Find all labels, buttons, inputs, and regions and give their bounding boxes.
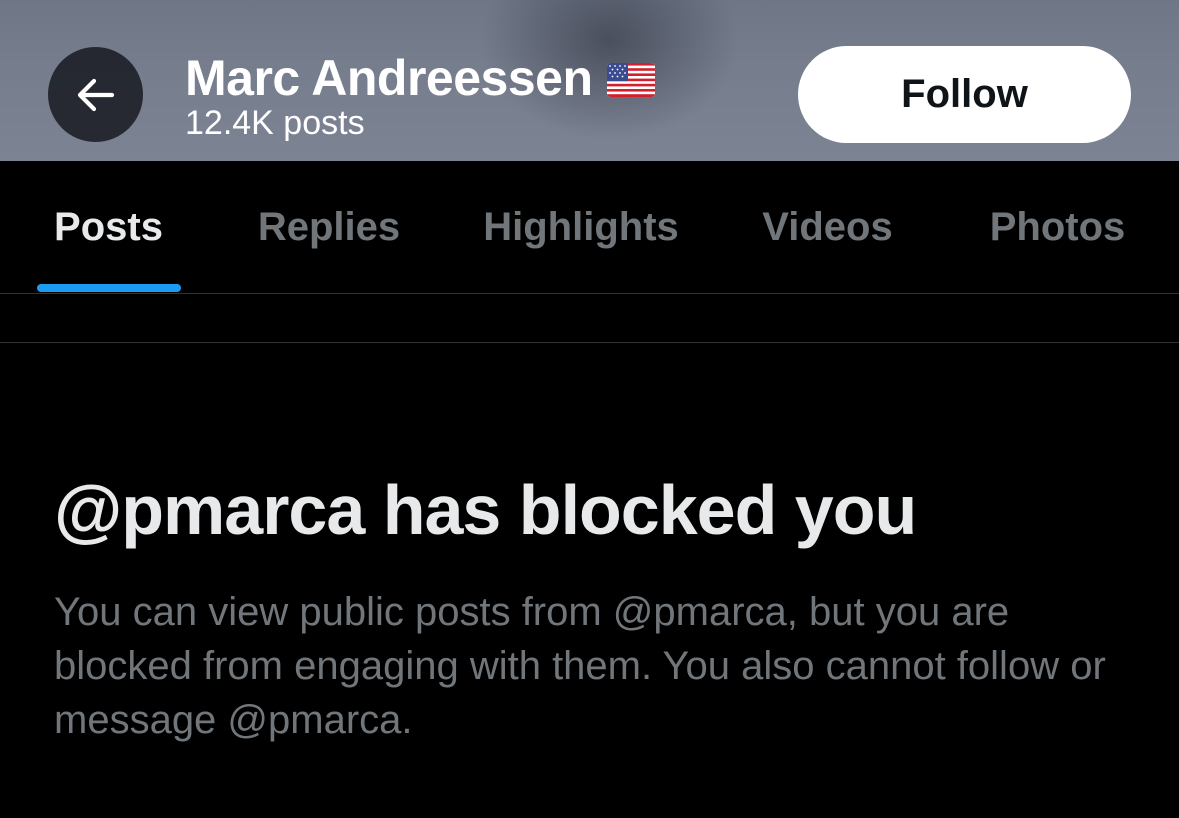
post-count: 12.4K posts bbox=[185, 104, 365, 142]
arrow-left-icon bbox=[77, 78, 114, 111]
follow-button[interactable]: Follow bbox=[798, 46, 1131, 143]
profile-name: Marc Andreessen bbox=[185, 50, 593, 106]
profile-tabs: Posts Replies Highlights Videos Photos bbox=[0, 161, 1179, 293]
content-divider bbox=[0, 342, 1179, 343]
active-tab-indicator bbox=[37, 284, 181, 292]
tab-videos[interactable]: Videos bbox=[745, 161, 910, 293]
profile-name-row: Marc Andreessen bbox=[185, 50, 655, 106]
tab-photos[interactable]: Photos bbox=[970, 161, 1145, 293]
tab-posts[interactable]: Posts bbox=[37, 161, 180, 293]
tabs-divider bbox=[0, 293, 1179, 294]
back-button[interactable] bbox=[48, 47, 143, 142]
us-flag-icon bbox=[606, 63, 655, 97]
tab-highlights[interactable]: Highlights bbox=[465, 161, 697, 293]
blocked-title: @pmarca has blocked you bbox=[54, 471, 917, 549]
blocked-description: You can view public posts from @pmarca, … bbox=[54, 590, 1106, 742]
profile-header: Marc Andreessen 12.4K posts Follow bbox=[0, 0, 1179, 161]
profile-page: Marc Andreessen 12.4K posts Follow Posts… bbox=[0, 0, 1179, 818]
tab-replies[interactable]: Replies bbox=[240, 161, 418, 293]
